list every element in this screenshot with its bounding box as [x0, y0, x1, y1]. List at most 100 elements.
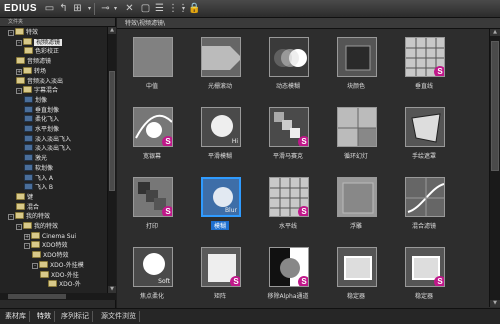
open-folder-icon[interactable]: ▭ [44, 3, 55, 14]
hscroll-thumb[interactable] [8, 294, 66, 299]
effect-item[interactable]: S 打印 [119, 175, 185, 233]
folder-tree-scrollbar[interactable]: ▲ ▼ [107, 27, 116, 293]
tree-item[interactable]: 软划像 [24, 163, 54, 173]
scroll-down-arrow[interactable]: ▼ [490, 300, 500, 307]
scroll-thumb[interactable] [109, 71, 115, 191]
effect-item[interactable]: 中值 [119, 35, 185, 93]
tree-item[interactable]: 垂直划像 [24, 105, 59, 115]
tree-item[interactable]: 飞入 A [24, 173, 53, 183]
tree-item[interactable]: 飞入 B [24, 183, 53, 192]
effect-item[interactable]: 浮雕 [323, 175, 389, 233]
effect-item[interactable]: S 移除Alpha通道 [255, 245, 321, 303]
dropdown-icon[interactable]: ▾ [110, 3, 121, 14]
tab-source-browser[interactable]: 源文件浏览 [98, 311, 140, 322]
effect-icon [24, 154, 33, 162]
plugin-badge-icon: S [434, 66, 444, 76]
tree-item-label: 转场 [34, 67, 47, 75]
collapse-icon[interactable]: - [24, 243, 30, 250]
scroll-up-arrow[interactable]: ▲ [108, 27, 116, 34]
tree-item[interactable]: - XDO特效 [24, 241, 67, 250]
effect-item[interactable]: 块颜色 [323, 35, 389, 93]
properties-icon[interactable]: ▢ [140, 3, 151, 14]
tree-item[interactable]: XDO-外挂 [40, 270, 79, 280]
tree-item-label: 音频淡入淡出 [27, 77, 64, 85]
collapse-icon[interactable]: - [16, 39, 22, 46]
tree-item[interactable]: - 视频滤镜 [16, 37, 63, 47]
collapse-icon[interactable]: - [16, 224, 22, 230]
effect-item[interactable]: 循环幻灯 [323, 105, 389, 163]
scroll-up-arrow[interactable]: ▲ [490, 29, 500, 36]
tab-sequence-markers[interactable]: 序列标记 [58, 311, 93, 322]
effect-thumbnail: S [133, 177, 173, 217]
tree-item[interactable]: 激光 [24, 154, 47, 163]
tree-item[interactable]: + 转场 [16, 66, 47, 76]
plugin-badge-icon: S [434, 276, 444, 286]
collapse-icon[interactable]: - [32, 262, 38, 269]
collapse-icon[interactable]: - [16, 88, 22, 95]
effect-icon [24, 105, 33, 113]
tree-item[interactable]: 音频淡入淡出 [16, 76, 64, 86]
tree-item[interactable]: - XDO-外挂模 [32, 260, 84, 270]
effect-thumbnail: S [269, 177, 309, 217]
collapse-icon[interactable]: - [8, 30, 14, 36]
effect-item[interactable]: S 垂直线 [391, 35, 457, 93]
collapse-icon[interactable]: - [8, 214, 14, 221]
effect-item[interactable]: S 矩阵 [187, 245, 253, 303]
folder-icon [31, 241, 40, 249]
effect-item[interactable]: S 宽银幕 [119, 105, 185, 163]
effect-label: 稳定器 [414, 293, 433, 300]
tab-effects[interactable]: 特效 [34, 311, 55, 322]
effect-label: 打印 [145, 223, 158, 230]
tree-item[interactable]: - 我的特效 [16, 222, 58, 231]
effect-item[interactable]: 动态模糊 [255, 35, 321, 93]
lock-icon[interactable]: 🔒 [188, 3, 200, 14]
effect-item[interactable]: Hi 平滑模糊 [187, 105, 253, 163]
effect-icon [24, 134, 33, 142]
tree-item[interactable]: 水平划像 [24, 125, 59, 134]
tree-item-label: 软划像 [35, 164, 54, 172]
tree-item[interactable]: 键 [16, 192, 33, 202]
tree-item[interactable]: 音频滤镜 [16, 57, 51, 66]
effect-item[interactable]: 混合滤镜 [391, 175, 457, 233]
expand-icon[interactable]: + [16, 68, 22, 75]
scroll-down-arrow[interactable]: ▼ [108, 286, 116, 293]
folder-icon [16, 192, 25, 200]
scroll-thumb[interactable] [491, 41, 499, 171]
tree-item[interactable]: - 字幕混合 [16, 86, 58, 95]
tree-item[interactable]: 色彩校正 [24, 47, 59, 56]
effect-item[interactable]: Blur 模糊 [187, 175, 253, 233]
effect-item[interactable]: S 稳定器 [391, 245, 457, 303]
tree-item[interactable]: XDO特效 [32, 251, 68, 260]
effect-item[interactable]: S 水平线 [255, 175, 321, 233]
tree-item[interactable]: 柔化飞入 [24, 115, 59, 124]
bottom-tabs: 素材库 特效 序列标记 源文件浏览 [0, 308, 500, 324]
tree-item[interactable]: - 特效 [8, 28, 38, 37]
folder-tree-hscrollbar[interactable] [0, 293, 116, 300]
effects-scrollbar[interactable]: ▲ ▼ [489, 29, 500, 307]
effect-item[interactable]: 手绘遮罩 [391, 105, 457, 163]
tab-bin[interactable]: 素材库 [2, 311, 30, 322]
effect-icon [24, 144, 33, 152]
tree-item[interactable]: 淡入淡出飞入 [24, 134, 71, 144]
tree-item[interactable]: 划像 [24, 95, 47, 105]
tree-item[interactable]: + Cinema Sui [24, 231, 76, 241]
tree-item[interactable]: - 我的特效 [8, 212, 50, 221]
effect-thumbnail: Blur [201, 177, 241, 217]
delete-icon[interactable]: ✕ [124, 3, 135, 14]
effect-label: 循环幻灯 [343, 153, 368, 160]
effect-item[interactable]: S 平滑马赛克 [255, 105, 321, 163]
effect-item[interactable]: 稳定器 [323, 245, 389, 303]
effect-thumbnail [337, 177, 377, 217]
effect-item[interactable]: Soft 焦点柔化 [119, 245, 185, 303]
tree-item[interactable]: 混合 [16, 202, 39, 212]
tree-item[interactable]: XDO-外 [48, 280, 81, 289]
effect-icon [24, 163, 33, 171]
effect-item[interactable]: 光栅滚动 [187, 35, 253, 93]
tree-item[interactable]: 淡入淡出飞入 [24, 144, 71, 153]
effect-thumbnail [405, 177, 445, 217]
up-folder-icon[interactable]: ↰ [58, 3, 69, 14]
new-bin-icon[interactable]: ⊞ [72, 3, 83, 14]
settings-icon[interactable]: ☰ [154, 3, 165, 14]
effect-thumbnail [337, 247, 377, 287]
expand-icon[interactable]: + [24, 233, 30, 240]
